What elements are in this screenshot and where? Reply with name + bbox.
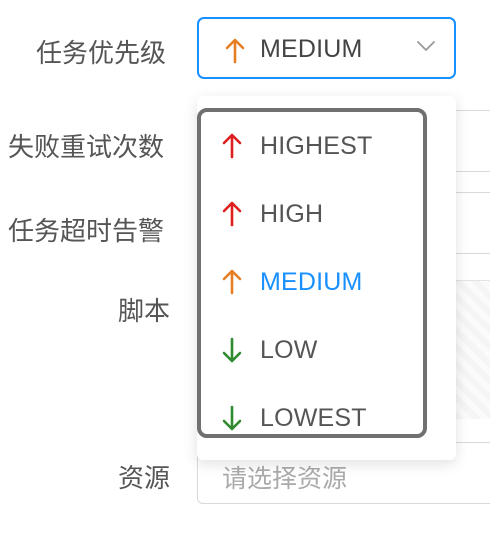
- option-label: HIGHEST: [260, 132, 373, 160]
- chevron-down-icon[interactable]: [417, 40, 435, 52]
- priority-dropdown: HIGHEST HIGH MEDIUM LOW LOWEST: [197, 96, 456, 460]
- priority-label: 任务优先级: [36, 38, 167, 68]
- option-label: LOW: [260, 336, 318, 364]
- priority-select-value: MEDIUM: [260, 35, 363, 63]
- arrow-up-icon: [222, 269, 242, 295]
- arrow-up-icon: [225, 38, 245, 64]
- resource-label: 资源: [118, 463, 171, 493]
- option-highest[interactable]: HIGHEST: [197, 112, 456, 180]
- option-label: HIGH: [260, 200, 324, 228]
- option-label: LOWEST: [260, 404, 367, 432]
- arrow-up-icon: [222, 201, 242, 227]
- arrow-down-icon: [222, 337, 242, 363]
- option-lowest[interactable]: LOWEST: [197, 384, 456, 452]
- option-medium[interactable]: MEDIUM: [197, 248, 456, 316]
- script-editor[interactable]: [456, 280, 490, 419]
- arrow-down-icon: [222, 405, 242, 431]
- option-low[interactable]: LOW: [197, 316, 456, 384]
- option-high[interactable]: HIGH: [197, 180, 456, 248]
- retry-count-label: 失败重试次数: [8, 132, 165, 162]
- resource-placeholder: 请选择资源: [222, 465, 348, 493]
- timeout-alert-label: 任务超时告警: [8, 216, 165, 246]
- option-label: MEDIUM: [260, 268, 363, 296]
- arrow-up-icon: [222, 133, 242, 159]
- script-label: 脚本: [118, 296, 171, 326]
